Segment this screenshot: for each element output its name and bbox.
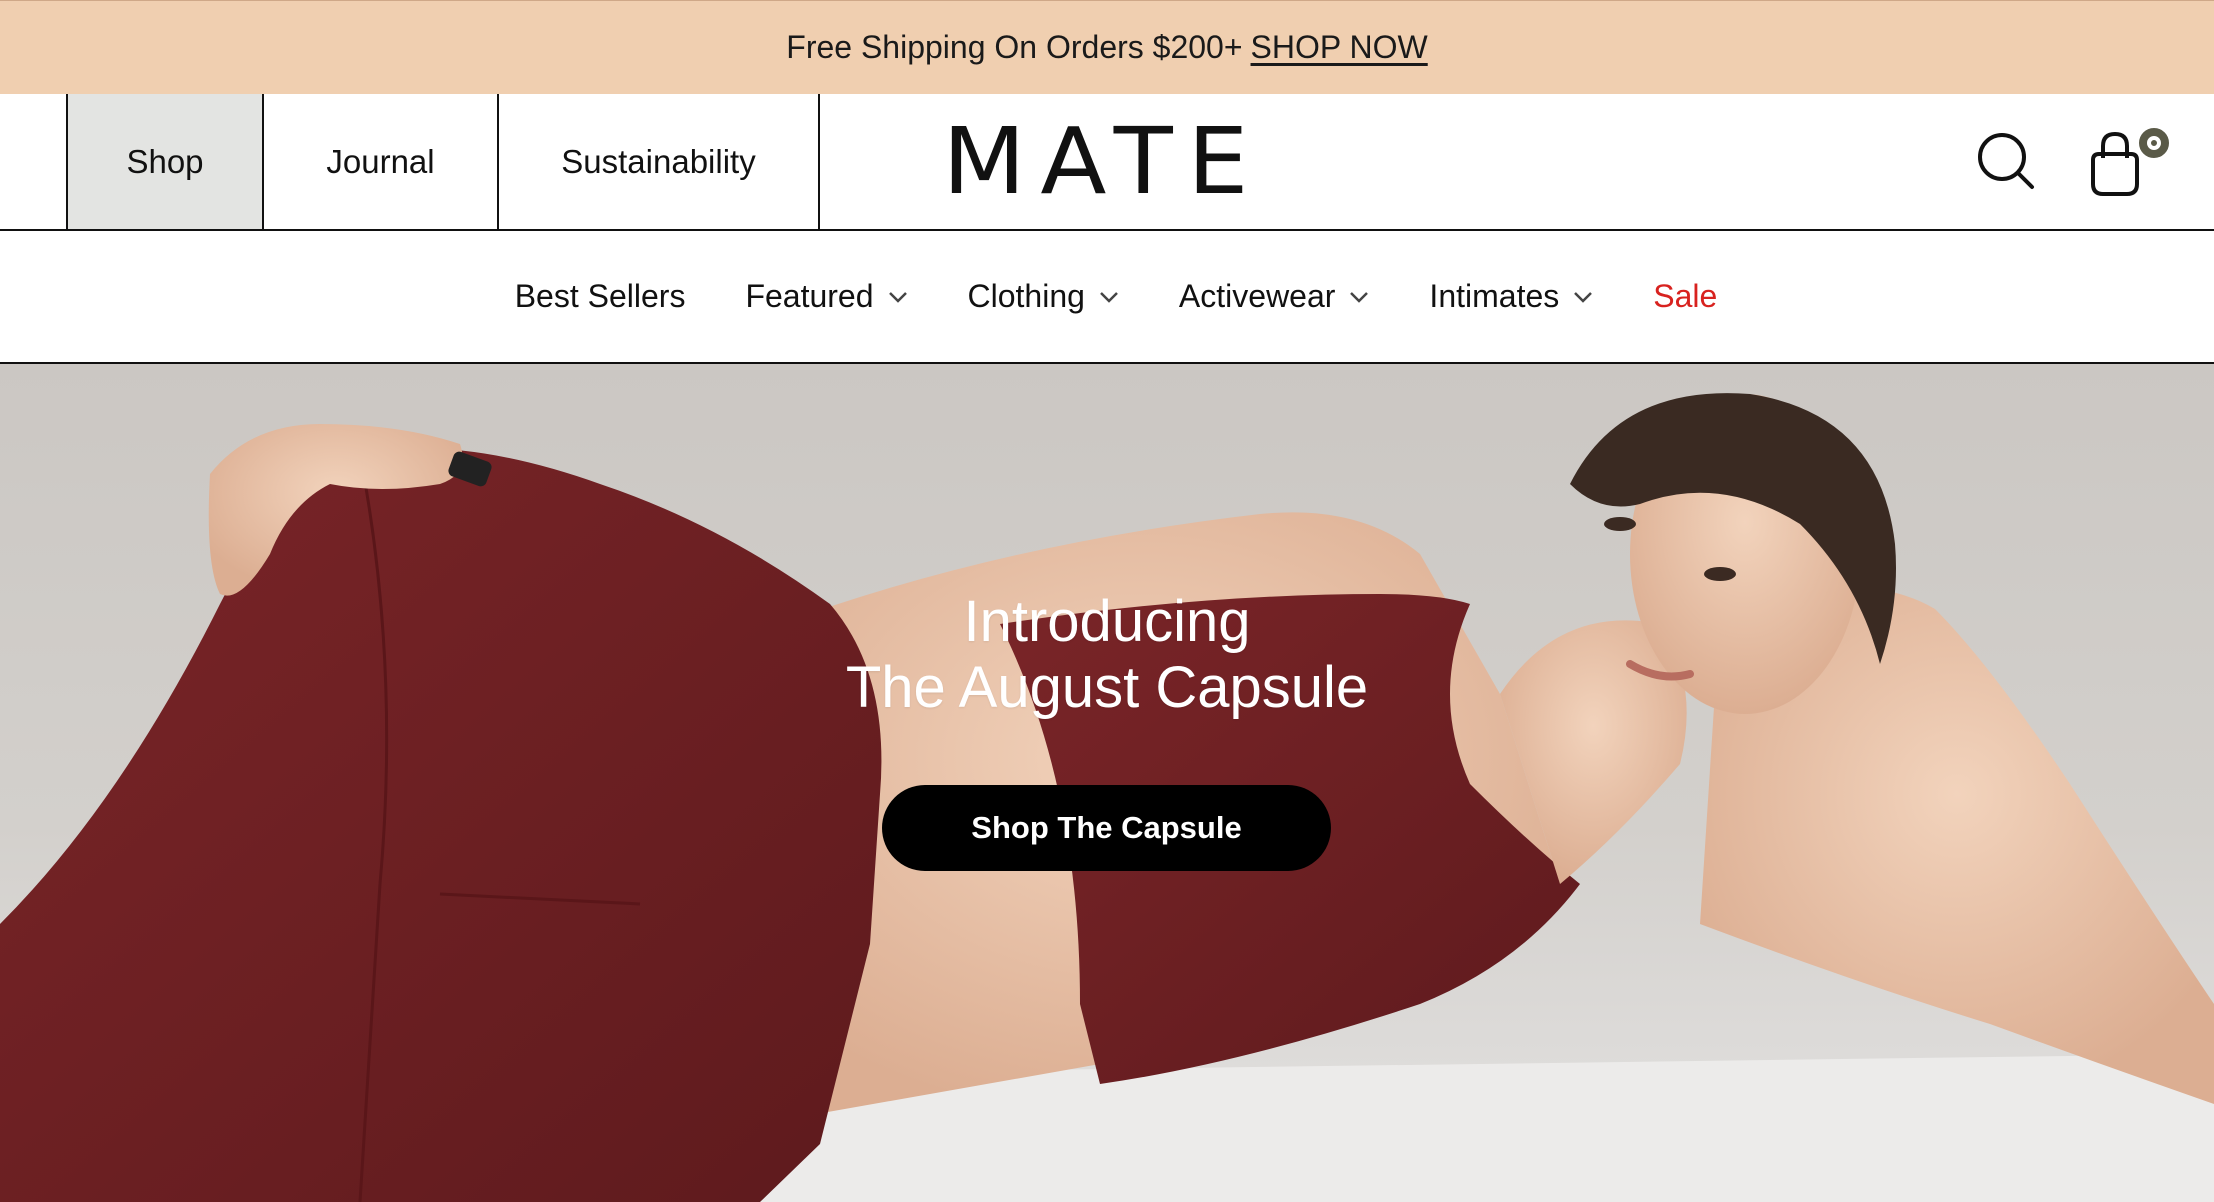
announcement-bar: Free Shipping On Orders $200+ SHOP NOW [0,0,2214,94]
category-sale[interactable]: Sale [1653,278,1717,315]
cart-button[interactable]: 0 [2085,124,2173,196]
category-label: Sale [1653,278,1718,314]
hero-banner: Introducing The August Capsule Shop The … [0,364,2214,1202]
category-activewear[interactable]: Activewear [1179,278,1370,315]
announcement-text: Free Shipping On Orders $200+ [786,29,1243,65]
chevron-down-icon [1574,291,1593,303]
category-label: Intimates [1429,278,1560,314]
category-best-sellers[interactable]: Best Sellers [515,278,686,315]
shop-the-capsule-button[interactable]: Shop The Capsule [882,785,1331,871]
category-intimates[interactable]: Intimates [1429,278,1593,315]
category-navigation: Best Sellers Featured Clothing Activewea… [0,231,2214,364]
tab-sustainability[interactable]: Sustainability [499,94,820,229]
category-label: Best Sellers [514,278,686,314]
category-label: Featured [745,278,874,314]
chevron-down-icon [1100,291,1118,303]
hero-headline: Introducing The August Capsule [0,589,2214,721]
top-navigation: MATE Shop Journal Sustainability 0 [0,94,2214,231]
tab-journal[interactable]: Journal [264,94,499,229]
tab-shop[interactable]: Shop [68,94,264,229]
hero-line-1: Introducing [963,589,1251,654]
category-featured[interactable]: Featured [745,278,907,315]
hero-line-2: The August Capsule [845,655,1369,720]
hero-image [0,393,2214,1202]
chevron-down-icon [1350,291,1369,303]
primary-tabs: Shop Journal Sustainability [66,94,820,229]
brand-logo[interactable]: MATE [943,108,1264,215]
cart-count-badge: 0 [2135,124,2173,162]
chevron-down-icon [888,291,907,303]
shop-now-link[interactable]: SHOP NOW [1251,29,1428,66]
category-clothing[interactable]: Clothing [968,278,1119,315]
category-label: Activewear [1178,278,1336,314]
search-icon [1978,133,2034,189]
category-label: Clothing [967,278,1085,314]
search-button[interactable] [1975,130,2039,194]
